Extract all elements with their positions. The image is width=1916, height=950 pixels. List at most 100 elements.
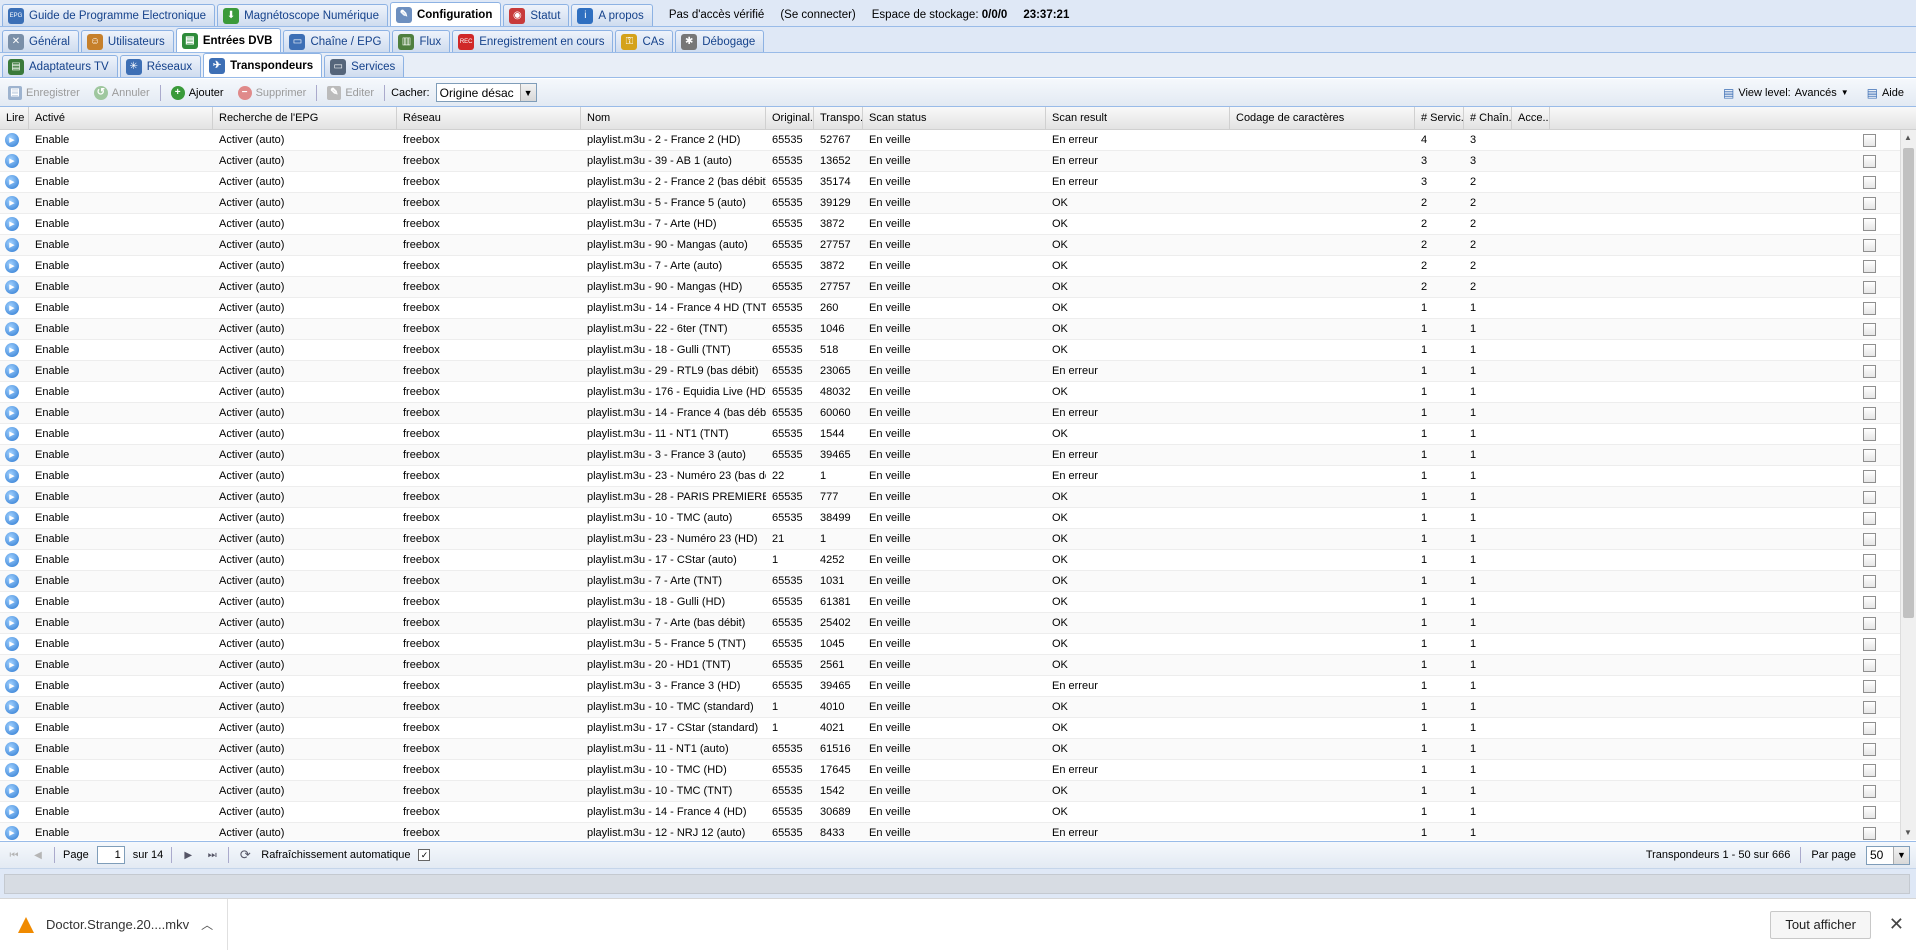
transport-stream-id-cell[interactable]: 17645 <box>814 760 863 781</box>
table-row[interactable]: ▶ Enable Activer (auto) freebox playlist.m3u… <box>0 592 1900 613</box>
scan-status-cell[interactable]: En veille <box>863 487 1046 508</box>
accept-checkbox[interactable] <box>1863 449 1876 462</box>
transport-stream-id-cell[interactable]: 23065 <box>814 361 863 382</box>
play-icon[interactable]: ▶ <box>5 784 19 798</box>
scan-result-cell[interactable]: En erreur <box>1046 466 1230 487</box>
scan-result-cell[interactable]: OK <box>1046 613 1230 634</box>
enabled-cell[interactable]: Enable <box>29 823 213 840</box>
enabled-cell[interactable]: Enable <box>29 340 213 361</box>
scan-status-cell[interactable]: En veille <box>863 802 1046 823</box>
network-cell[interactable]: freebox <box>397 823 581 840</box>
transport-stream-id-cell[interactable]: 3872 <box>814 214 863 235</box>
play-icon[interactable]: ▶ <box>5 343 19 357</box>
transport-stream-id-cell[interactable]: 1542 <box>814 781 863 802</box>
transport-stream-id-cell[interactable]: 1031 <box>814 571 863 592</box>
network-cell[interactable]: freebox <box>397 529 581 550</box>
channels-count-cell[interactable]: 1 <box>1464 571 1512 592</box>
name-cell[interactable]: playlist.m3u - 20 - HD1 (TNT) <box>581 655 766 676</box>
enabled-cell[interactable]: Enable <box>29 256 213 277</box>
original-network-id-cell[interactable]: 65535 <box>766 151 814 172</box>
play-icon[interactable]: ▶ <box>5 427 19 441</box>
enabled-cell[interactable]: Enable <box>29 382 213 403</box>
transport-stream-id-cell[interactable]: 1045 <box>814 634 863 655</box>
epg-scan-cell[interactable]: Activer (auto) <box>213 487 397 508</box>
enabled-cell[interactable]: Enable <box>29 613 213 634</box>
original-network-id-cell[interactable]: 65535 <box>766 613 814 634</box>
epg-scan-cell[interactable]: Activer (auto) <box>213 466 397 487</box>
column-header-lire[interactable]: Lire <box>0 107 29 130</box>
scan-status-cell[interactable]: En veille <box>863 739 1046 760</box>
table-row[interactable]: ▶ Enable Activer (auto) freebox playlist.m3u… <box>0 529 1900 550</box>
original-network-id-cell[interactable]: 1 <box>766 718 814 739</box>
original-network-id-cell[interactable]: 65535 <box>766 739 814 760</box>
name-cell[interactable]: playlist.m3u - 10 - TMC (HD) <box>581 760 766 781</box>
accept-checkbox[interactable] <box>1863 764 1876 777</box>
original-network-id-cell[interactable]: 65535 <box>766 340 814 361</box>
enabled-cell[interactable]: Enable <box>29 760 213 781</box>
services-count-cell[interactable]: 1 <box>1415 445 1464 466</box>
channels-count-cell[interactable]: 1 <box>1464 718 1512 739</box>
scan-result-cell[interactable]: OK <box>1046 802 1230 823</box>
enabled-cell[interactable]: Enable <box>29 298 213 319</box>
services-count-cell[interactable]: 1 <box>1415 655 1464 676</box>
channels-count-cell[interactable]: 1 <box>1464 760 1512 781</box>
hide-select[interactable]: Origine désac ▼ <box>435 83 537 102</box>
name-cell[interactable]: playlist.m3u - 17 - CStar (standard) <box>581 718 766 739</box>
scan-status-cell[interactable]: En veille <box>863 235 1046 256</box>
scan-result-cell[interactable]: En erreur <box>1046 151 1230 172</box>
services-count-cell[interactable]: 1 <box>1415 487 1464 508</box>
tab-services[interactable]: ▭ Services <box>324 55 405 77</box>
play-icon[interactable]: ▶ <box>5 595 19 609</box>
enabled-cell[interactable]: Enable <box>29 676 213 697</box>
epg-scan-cell[interactable]: Activer (auto) <box>213 676 397 697</box>
name-cell[interactable]: playlist.m3u - 2 - France 2 (bas débit) <box>581 172 766 193</box>
column-header-scan-result[interactable]: Scan result <box>1046 107 1230 130</box>
table-row[interactable]: ▶ Enable Activer (auto) freebox playlist.m3u… <box>0 634 1900 655</box>
name-cell[interactable]: playlist.m3u - 176 - Equidia Live (HD) <box>581 382 766 403</box>
table-row[interactable]: ▶ Enable Activer (auto) freebox playlist.m3u… <box>0 739 1900 760</box>
play-icon[interactable]: ▶ <box>5 196 19 210</box>
enabled-cell[interactable]: Enable <box>29 361 213 382</box>
network-cell[interactable]: freebox <box>397 382 581 403</box>
name-cell[interactable]: playlist.m3u - 18 - Gulli (HD) <box>581 592 766 613</box>
name-cell[interactable]: playlist.m3u - 3 - France 3 (auto) <box>581 445 766 466</box>
scan-result-cell[interactable]: OK <box>1046 298 1230 319</box>
epg-scan-cell[interactable]: Activer (auto) <box>213 214 397 235</box>
tab-guide-de-programme-electronique[interactable]: EPG Guide de Programme Electronique <box>2 4 216 26</box>
transport-stream-id-cell[interactable]: 60060 <box>814 403 863 424</box>
scan-status-cell[interactable]: En veille <box>863 571 1046 592</box>
name-cell[interactable]: playlist.m3u - 14 - France 4 (bas débit) <box>581 403 766 424</box>
epg-scan-cell[interactable]: Activer (auto) <box>213 760 397 781</box>
services-count-cell[interactable]: 1 <box>1415 508 1464 529</box>
network-cell[interactable]: freebox <box>397 424 581 445</box>
enabled-cell[interactable]: Enable <box>29 592 213 613</box>
transport-stream-id-cell[interactable]: 4021 <box>814 718 863 739</box>
save-button[interactable]: ▤ Enregistrer <box>4 82 84 104</box>
scan-status-cell[interactable]: En veille <box>863 214 1046 235</box>
services-count-cell[interactable]: 2 <box>1415 277 1464 298</box>
network-cell[interactable]: freebox <box>397 214 581 235</box>
table-row[interactable]: ▶ Enable Activer (auto) freebox playlist.m3u… <box>0 256 1900 277</box>
epg-scan-cell[interactable]: Activer (auto) <box>213 382 397 403</box>
channels-count-cell[interactable]: 1 <box>1464 613 1512 634</box>
column-header-codage-de-caracteres[interactable]: Codage de caractères <box>1230 107 1415 130</box>
enabled-cell[interactable]: Enable <box>29 487 213 508</box>
tab-general[interactable]: ✕ Général <box>2 30 79 52</box>
epg-scan-cell[interactable]: Activer (auto) <box>213 508 397 529</box>
enabled-cell[interactable]: Enable <box>29 403 213 424</box>
table-row[interactable]: ▶ Enable Activer (auto) freebox playlist.m3u… <box>0 403 1900 424</box>
scan-status-cell[interactable]: En veille <box>863 676 1046 697</box>
services-count-cell[interactable]: 2 <box>1415 235 1464 256</box>
close-icon[interactable]: ✕ <box>1889 914 1904 935</box>
services-count-cell[interactable]: 1 <box>1415 781 1464 802</box>
accept-checkbox[interactable] <box>1863 155 1876 168</box>
channels-count-cell[interactable]: 1 <box>1464 487 1512 508</box>
transport-stream-id-cell[interactable]: 52767 <box>814 130 863 151</box>
transport-stream-id-cell[interactable]: 35174 <box>814 172 863 193</box>
scan-status-cell[interactable]: En veille <box>863 361 1046 382</box>
channels-count-cell[interactable]: 1 <box>1464 403 1512 424</box>
channels-count-cell[interactable]: 1 <box>1464 823 1512 840</box>
scan-result-cell[interactable]: OK <box>1046 571 1230 592</box>
accept-checkbox[interactable] <box>1863 806 1876 819</box>
network-cell[interactable]: freebox <box>397 718 581 739</box>
